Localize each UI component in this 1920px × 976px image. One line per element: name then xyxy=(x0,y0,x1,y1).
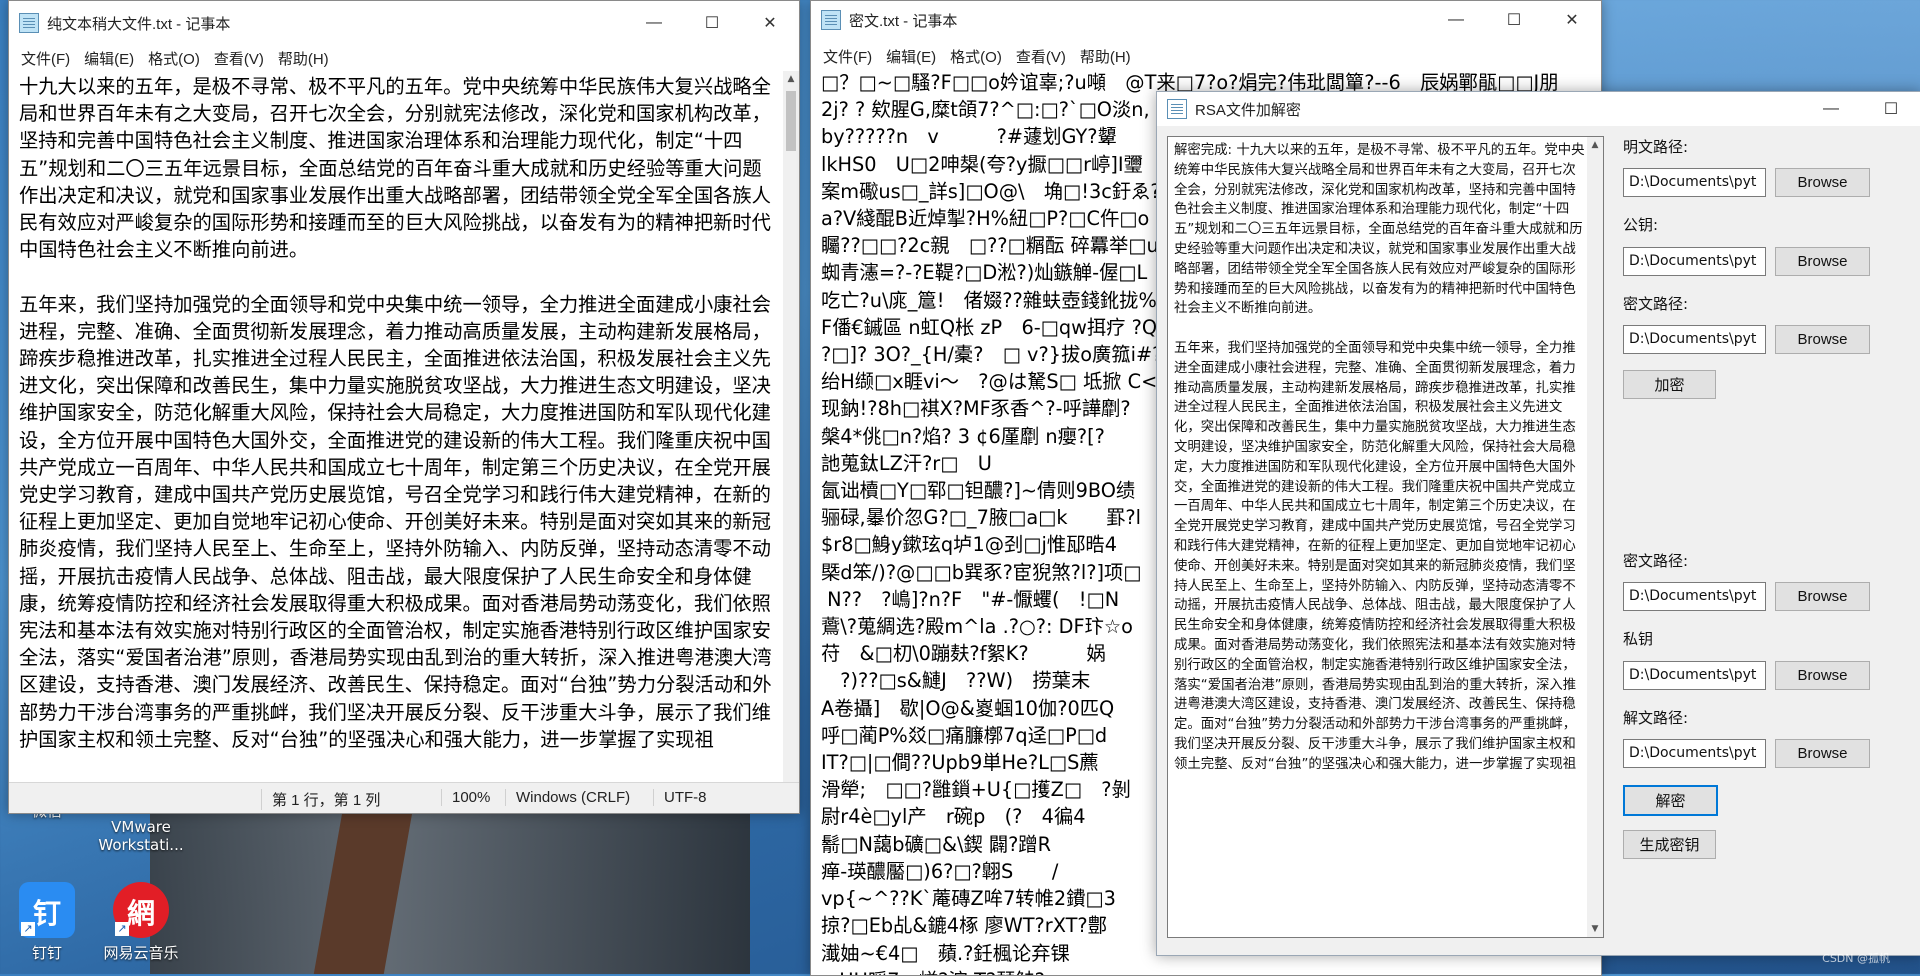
title-bar[interactable]: 密文.txt - 记事本 — ☐ ✕ xyxy=(811,1,1601,39)
desktop-icon-dingtalk[interactable]: 钉 ↗ 钉钉 xyxy=(2,882,92,963)
vertical-scrollbar[interactable]: ▲ ▼ xyxy=(1587,137,1603,937)
netease-music-icon: 網 ↗ xyxy=(113,882,169,938)
menu-view[interactable]: 查看(V) xyxy=(1010,46,1074,67)
desktop-icon-netease-music[interactable]: 網 ↗ 网易云音乐 xyxy=(96,882,186,963)
menu-edit[interactable]: 编辑(E) xyxy=(880,46,944,67)
scroll-down-icon[interactable]: ▼ xyxy=(1587,921,1603,937)
encrypt-button[interactable]: 加密 xyxy=(1623,370,1716,399)
plain-browse-button[interactable]: Browse xyxy=(1775,168,1870,197)
title-bar[interactable]: 纯文本稍大文件.txt - 记事本 — ☐ ✕ xyxy=(9,1,799,45)
shortcut-arrow-icon: ↗ xyxy=(21,922,35,936)
privkey-path-input[interactable]: D:\Documents\pyt xyxy=(1623,661,1766,690)
privkey-browse-button[interactable]: Browse xyxy=(1775,661,1870,690)
desktop-icon-vmware-label: VMware Workstati... xyxy=(98,818,184,854)
menu-bar: 文件(F) 编辑(E) 格式(O) 查看(V) 帮助(H) xyxy=(9,45,799,71)
output-textbox[interactable]: 解密完成: 十九大以来的五年，是极不寻常、极不平凡的五年。党中央统筹中华民族伟大… xyxy=(1167,136,1604,938)
window-title: 密文.txt - 记事本 xyxy=(849,12,958,30)
menu-help[interactable]: 帮助(H) xyxy=(1074,46,1139,67)
desktop-icon-netease-label: 网易云音乐 xyxy=(103,944,179,962)
menu-format[interactable]: 格式(O) xyxy=(944,46,1010,67)
close-button[interactable]: ✕ xyxy=(1543,1,1601,39)
menu-help[interactable]: 帮助(H) xyxy=(272,48,337,69)
output-browse-button[interactable]: Browse xyxy=(1775,739,1870,768)
menu-file[interactable]: 文件(F) xyxy=(817,46,880,67)
decrypt-button[interactable]: 解密 xyxy=(1623,785,1718,816)
vertical-scrollbar[interactable]: ▲ xyxy=(783,71,799,782)
generate-keys-button[interactable]: 生成密钥 xyxy=(1623,830,1716,859)
maximize-button[interactable]: ☐ xyxy=(1485,1,1543,39)
dingtalk-icon: 钉 ↗ xyxy=(19,882,75,938)
status-bar: 第 1 行，第 1 列 100% Windows (CRLF) UTF-8 xyxy=(9,782,799,813)
output-text[interactable]: 解密完成: 十九大以来的五年，是极不寻常、极不平凡的五年。党中央统筹中华民族伟大… xyxy=(1174,141,1585,933)
minimize-button[interactable]: — xyxy=(1427,1,1485,39)
status-encoding: UTF-8 xyxy=(653,789,707,806)
shortcut-arrow-icon: ↗ xyxy=(115,922,129,936)
output-path-label: 解文路径: xyxy=(1623,709,1689,727)
app-icon xyxy=(1167,99,1187,119)
scroll-up-icon[interactable]: ▲ xyxy=(1587,137,1603,153)
rsa-window[interactable]: RSA文件加解密 — ☐ 解密完成: 十九大以来的五年，是极不寻常、极不平凡的五… xyxy=(1156,91,1920,956)
output-path-input[interactable]: D:\Documents\pyt xyxy=(1623,739,1766,768)
decrypt-cipher-path-label: 密文路径: xyxy=(1623,552,1689,570)
close-button[interactable]: ✕ xyxy=(741,1,799,45)
maximize-button[interactable]: ☐ xyxy=(1861,92,1920,126)
menu-file[interactable]: 文件(F) xyxy=(15,48,78,69)
text-editor[interactable]: 十九大以来的五年，是极不寻常、极不平凡的五年。党中央统筹中华民族伟大复兴战略全局… xyxy=(11,71,783,782)
pubkey-label: 公钥: xyxy=(1623,216,1659,234)
minimize-button[interactable]: — xyxy=(1801,92,1861,126)
scroll-thumb[interactable] xyxy=(786,91,796,151)
maximize-button[interactable]: ☐ xyxy=(683,1,741,45)
plain-path-input[interactable]: D:\Documents\pyt xyxy=(1623,168,1766,197)
menu-format[interactable]: 格式(O) xyxy=(142,48,208,69)
privkey-label: 私钥 xyxy=(1623,630,1654,648)
menu-edit[interactable]: 编辑(E) xyxy=(78,48,142,69)
plain-path-label: 明文路径: xyxy=(1623,138,1689,156)
status-cursor-position: 第 1 行，第 1 列 xyxy=(261,789,380,810)
menu-view[interactable]: 查看(V) xyxy=(208,48,272,69)
notepad-plain-window[interactable]: 纯文本稍大文件.txt - 记事本 — ☐ ✕ 文件(F) 编辑(E) 格式(O… xyxy=(8,0,800,814)
pubkey-path-input[interactable]: D:\Documents\pyt xyxy=(1623,247,1766,276)
desktop-icon-dingtalk-label: 钉钉 xyxy=(31,944,62,962)
window-title: RSA文件加解密 xyxy=(1195,101,1301,119)
cipher-path-input[interactable]: D:\Documents\pyt xyxy=(1623,325,1766,354)
window-title: 纯文本稍大文件.txt - 记事本 xyxy=(47,15,231,33)
decrypt-cipher-path-input[interactable]: D:\Documents\pyt xyxy=(1623,582,1766,611)
status-zoom: 100% xyxy=(441,789,490,806)
menu-bar: 文件(F) 编辑(E) 格式(O) 查看(V) 帮助(H) xyxy=(811,43,1601,69)
title-bar[interactable]: RSA文件加解密 — ☐ xyxy=(1157,92,1920,126)
notepad-icon xyxy=(19,13,39,33)
minimize-button[interactable]: — xyxy=(625,1,683,45)
scroll-up-icon[interactable]: ▲ xyxy=(783,71,799,87)
cipher-browse-button[interactable]: Browse xyxy=(1775,325,1870,354)
watermark: CSDN @孤帆 xyxy=(1822,952,1890,965)
pubkey-browse-button[interactable]: Browse xyxy=(1775,247,1870,276)
status-line-ending: Windows (CRLF) xyxy=(505,789,630,806)
cipher-path-label: 密文路径: xyxy=(1623,295,1689,313)
decrypt-cipher-browse-button[interactable]: Browse xyxy=(1775,582,1870,611)
notepad-icon xyxy=(821,10,841,30)
